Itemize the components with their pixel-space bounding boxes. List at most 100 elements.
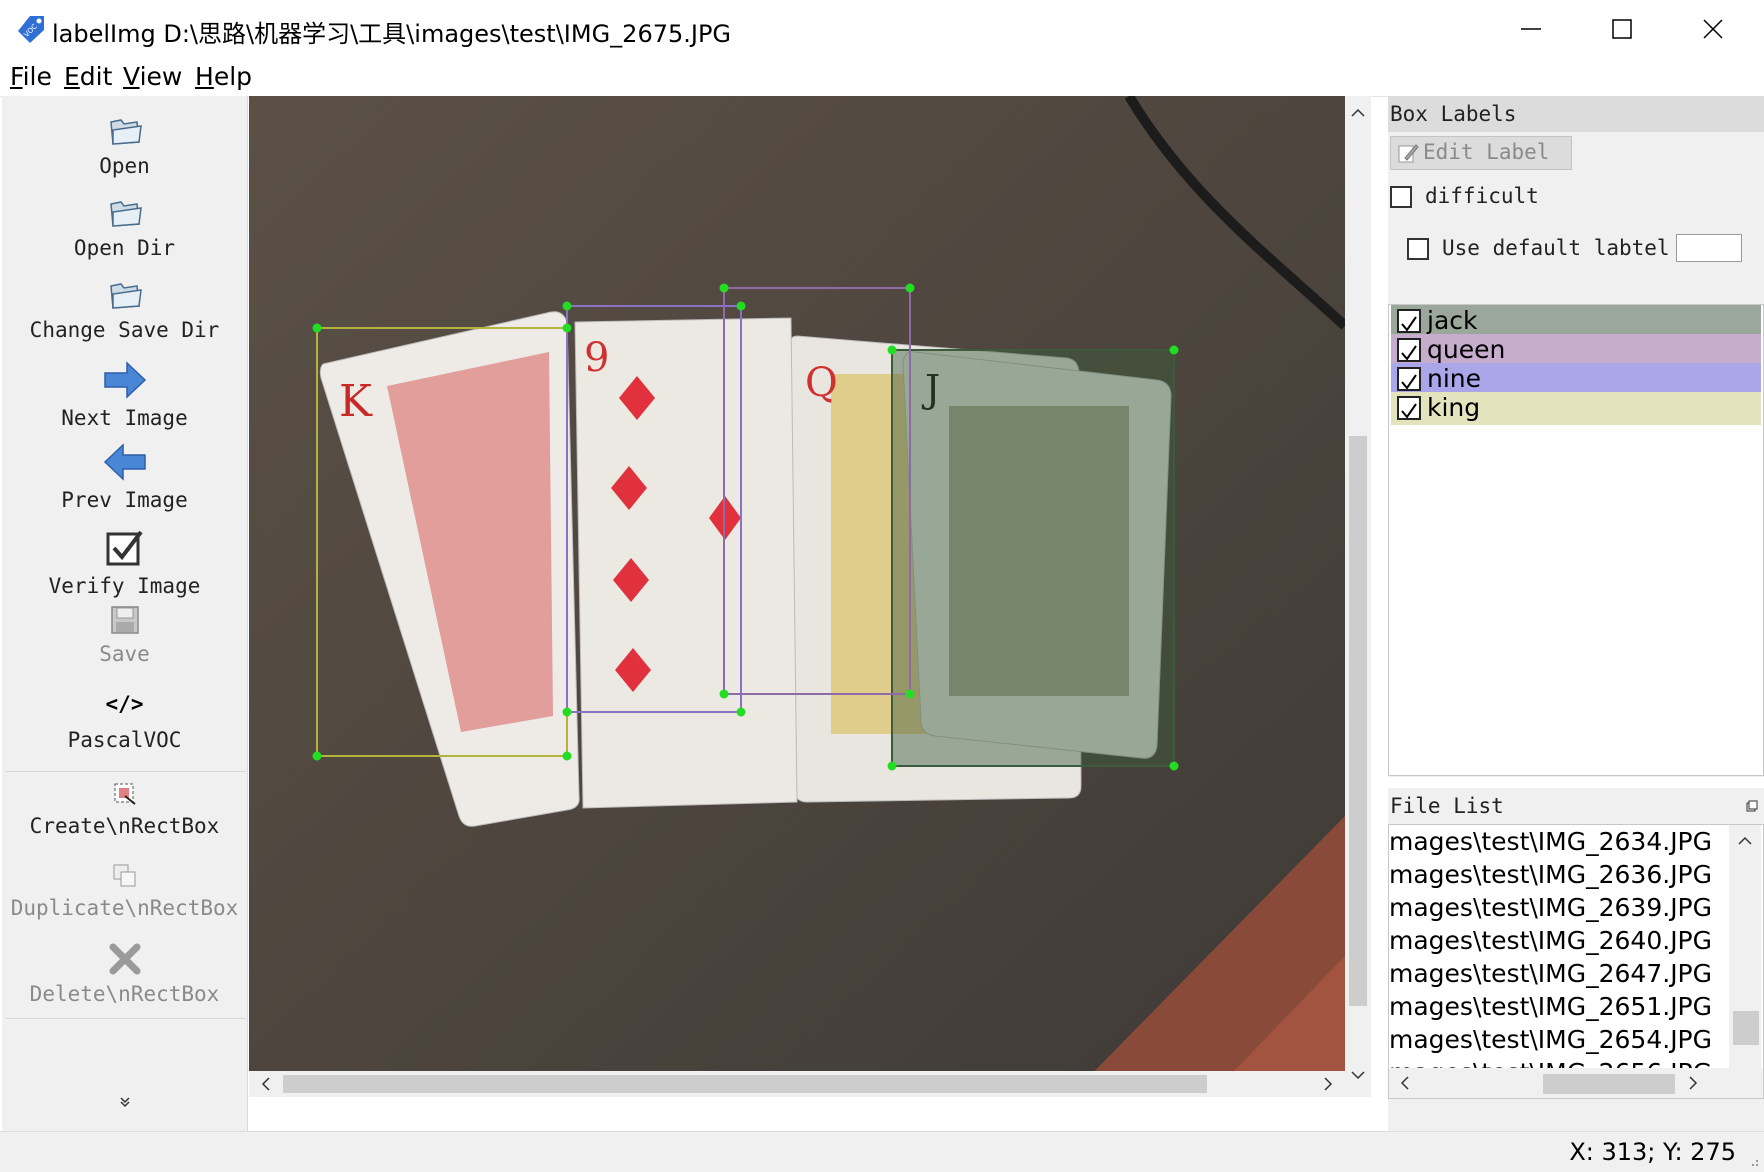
- open-label: Open: [99, 154, 150, 178]
- menu-view[interactable]: View: [123, 62, 182, 91]
- label-list[interactable]: jack queen nine king: [1388, 304, 1764, 776]
- file-item[interactable]: mages\test\IMG_2651.JPG: [1389, 992, 1712, 1025]
- save-label: Save: [99, 642, 150, 666]
- delete-rectbox-label: Delete\nRectBox: [29, 982, 220, 1006]
- use-default-label-checkbox[interactable]: [1407, 238, 1429, 260]
- label-row-text: queen: [1427, 335, 1506, 364]
- folder-open-icon: [109, 283, 142, 309]
- file-item[interactable]: mages\test\IMG_2636.JPG: [1389, 860, 1712, 893]
- label-visible-checkbox[interactable]: [1397, 338, 1421, 362]
- check-icon: [1401, 403, 1417, 419]
- scroll-left-icon: [1400, 1076, 1409, 1090]
- arrow-left-icon: [103, 443, 146, 481]
- title-bar: VOC labelImg D:\思路\机器学习\工具\images\test\I…: [0, 0, 1764, 58]
- save-button[interactable]: Save: [2, 604, 247, 666]
- use-default-label-text: Use default labtel: [1442, 236, 1670, 260]
- create-rectbox-button[interactable]: Create\nRectBox: [2, 780, 247, 838]
- label-row-text: jack: [1427, 306, 1478, 335]
- king-card-label: K: [339, 376, 373, 427]
- menu-edit[interactable]: Edit: [64, 62, 112, 91]
- prev-image-button[interactable]: Prev Image: [2, 442, 247, 512]
- change-save-dir-label: Change Save Dir: [29, 318, 220, 342]
- save-disk-icon: [110, 606, 139, 634]
- file-list-horizontal-scrollbar[interactable]: [1389, 1068, 1763, 1098]
- bbox-jack[interactable]: [891, 349, 1175, 767]
- menu-file[interactable]: File: [10, 62, 52, 91]
- code-tag-icon: </>: [105, 692, 144, 716]
- chevron-double-down-icon: [120, 1097, 130, 1108]
- toolbar-expand-button[interactable]: [118, 1094, 132, 1108]
- edit-label-text: Edit Label: [1423, 140, 1550, 164]
- image-canvas[interactable]: Q 9 K J: [249, 96, 1371, 1097]
- file-list[interactable]: mages\test\IMG_2634.JPG mages\test\IMG_2…: [1388, 824, 1764, 1099]
- delete-x-icon: [109, 943, 140, 975]
- next-image-button[interactable]: Next Image: [2, 360, 247, 430]
- scroll-right-icon: [1324, 1077, 1333, 1091]
- create-rectbox-label: Create\nRectBox: [29, 814, 220, 838]
- check-icon: [1401, 345, 1417, 361]
- scroll-up-icon: [1351, 108, 1365, 117]
- file-list-vertical-scrollbar[interactable]: [1729, 825, 1761, 1068]
- change-save-dir-button[interactable]: Change Save Dir: [2, 278, 247, 342]
- resize-grip-icon[interactable]: [1748, 1156, 1760, 1168]
- maximize-icon: [1612, 19, 1632, 39]
- format-label: PascalVOC: [67, 728, 182, 752]
- open-dir-button[interactable]: Open Dir: [2, 196, 247, 260]
- verify-image-button[interactable]: Verify Image: [2, 528, 247, 598]
- label-row-king[interactable]: king: [1391, 392, 1761, 425]
- label-row-text: nine: [1427, 364, 1482, 393]
- scroll-thumb[interactable]: [283, 1075, 1207, 1093]
- box-labels-title: Box Labels: [1388, 96, 1764, 132]
- copy-icon: [113, 864, 135, 887]
- scroll-thumb[interactable]: [1543, 1074, 1675, 1094]
- close-icon: [1703, 19, 1723, 39]
- scroll-right-icon: [1689, 1076, 1698, 1090]
- label-visible-checkbox[interactable]: [1397, 367, 1421, 391]
- check-icon: [1401, 374, 1417, 390]
- file-item[interactable]: mages\test\IMG_2640.JPG: [1389, 926, 1712, 959]
- minimize-button[interactable]: [1486, 0, 1576, 58]
- duplicate-rectbox-label: Duplicate\nRectBox: [10, 896, 239, 920]
- label-row-text: king: [1427, 393, 1481, 422]
- check-icon: [1401, 316, 1417, 332]
- file-item[interactable]: mages\test\IMG_2647.JPG: [1389, 959, 1712, 992]
- canvas-vertical-scrollbar[interactable]: [1345, 96, 1371, 1097]
- difficult-checkbox[interactable]: [1390, 186, 1412, 208]
- scroll-thumb[interactable]: [1349, 436, 1367, 1006]
- file-item[interactable]: mages\test\IMG_2654.JPG: [1389, 1025, 1712, 1058]
- new-box-icon: [114, 783, 136, 805]
- default-label-input[interactable]: [1676, 234, 1742, 262]
- checkbox-check-icon: [106, 530, 143, 566]
- label-visible-checkbox[interactable]: [1397, 309, 1421, 333]
- file-item[interactable]: mages\test\IMG_2639.JPG: [1389, 893, 1712, 926]
- difficult-label: difficult: [1425, 184, 1539, 208]
- folder-open-icon: [109, 201, 142, 227]
- edit-pencil-icon: [1398, 144, 1419, 163]
- toolbar-separator: [6, 771, 246, 772]
- format-toggle-button[interactable]: </> PascalVOC: [2, 692, 247, 752]
- open-button[interactable]: Open: [2, 114, 247, 178]
- scroll-up-icon: [1738, 836, 1752, 845]
- minimize-icon: [1521, 28, 1541, 30]
- menu-help[interactable]: Help: [195, 62, 252, 91]
- tool-bar: Open Open Dir Change Save Dir Next Image…: [2, 96, 248, 1131]
- prev-image-label: Prev Image: [61, 488, 188, 512]
- dock-float-icon[interactable]: [1746, 800, 1758, 812]
- delete-rectbox-button[interactable]: Delete\nRectBox: [2, 942, 247, 1006]
- edit-label-button[interactable]: Edit Label: [1390, 136, 1572, 170]
- file-item[interactable]: mages\test\IMG_2634.JPG: [1389, 827, 1712, 860]
- duplicate-rectbox-button[interactable]: Duplicate\nRectBox: [2, 862, 247, 920]
- voc-tag-icon: VOC: [16, 14, 46, 44]
- maximize-button[interactable]: [1577, 0, 1667, 58]
- arrow-right-icon: [103, 361, 146, 399]
- file-list-title: File List: [1388, 788, 1764, 824]
- folder-open-icon: [109, 119, 142, 145]
- next-image-label: Next Image: [61, 406, 188, 430]
- close-button[interactable]: [1668, 0, 1758, 58]
- canvas-horizontal-scrollbar[interactable]: [249, 1071, 1345, 1097]
- verify-image-label: Verify Image: [48, 574, 201, 598]
- toolbar-separator: [6, 1018, 246, 1019]
- label-visible-checkbox[interactable]: [1397, 396, 1421, 420]
- annotated-image[interactable]: Q 9 K J: [249, 96, 1345, 1097]
- scroll-thumb[interactable]: [1733, 1011, 1759, 1045]
